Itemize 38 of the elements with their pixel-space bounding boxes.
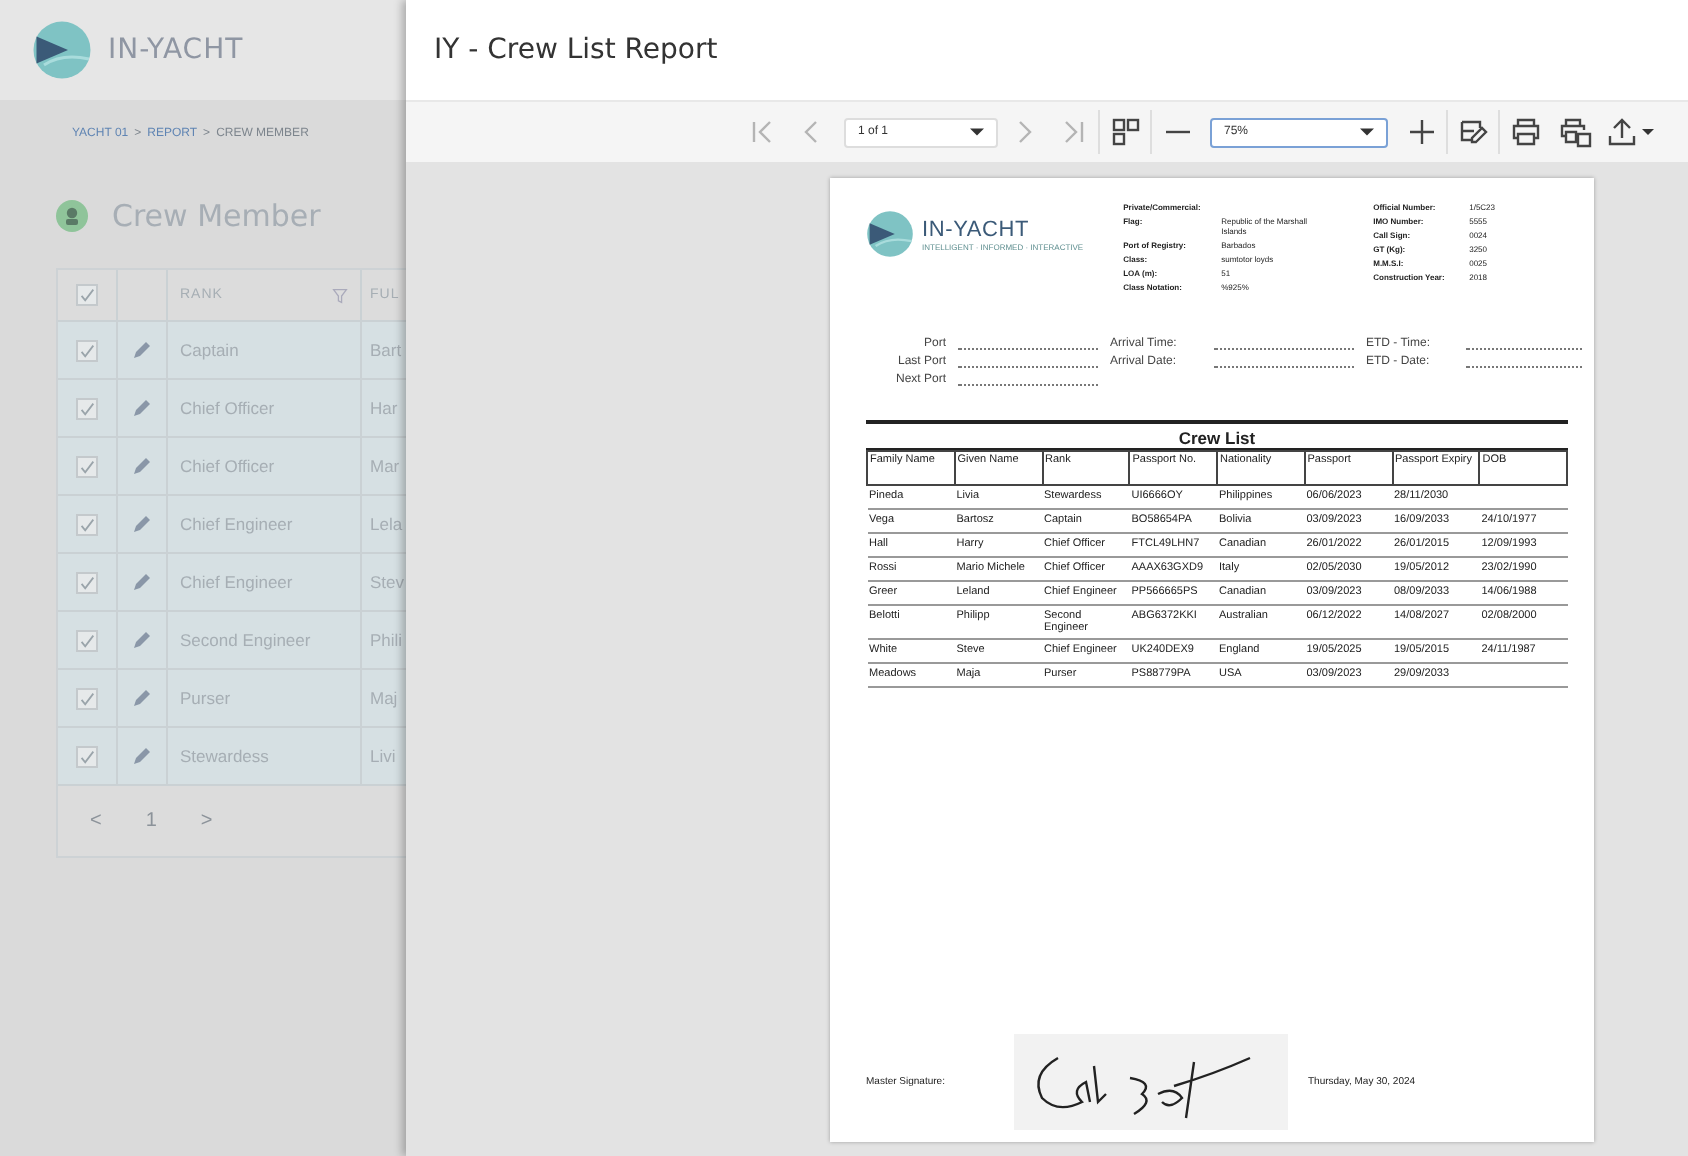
caret-icon [970, 128, 984, 136]
pencil-icon[interactable] [132, 514, 152, 534]
checkbox[interactable] [76, 339, 98, 361]
checkbox[interactable] [76, 284, 98, 306]
edit-form-icon [1457, 116, 1489, 148]
checkbox[interactable] [76, 745, 98, 767]
checkbox[interactable] [76, 513, 98, 535]
print-page-icon [1559, 116, 1591, 148]
pencil-icon[interactable] [132, 746, 152, 766]
caret-icon [1360, 128, 1374, 136]
logo-icon [32, 20, 92, 80]
checkbox[interactable] [76, 629, 98, 651]
plus-icon [1405, 116, 1437, 148]
logo-text: IN-YACHT [108, 34, 244, 66]
pencil-icon[interactable] [132, 340, 152, 360]
table-title: Crew List [866, 428, 1568, 450]
logo-text: IN-YACHT [922, 217, 1032, 241]
dialog-title: IY - Crew List Report [434, 34, 718, 66]
pencil-icon[interactable] [132, 630, 152, 650]
pencil-icon[interactable] [132, 688, 152, 708]
next-page-button[interactable]: > [200, 810, 213, 832]
pencil-icon[interactable] [132, 456, 152, 476]
minus-icon [1163, 130, 1191, 134]
filter-icon [332, 287, 348, 303]
pencil-icon[interactable] [132, 572, 152, 592]
pencil-icon[interactable] [132, 398, 152, 418]
page-number[interactable]: 1 [145, 810, 157, 832]
crew-icon [56, 200, 88, 232]
checkbox[interactable] [76, 571, 98, 593]
checkbox[interactable] [76, 397, 98, 419]
upload-icon [1606, 116, 1638, 148]
prev-page-button[interactable]: < [90, 810, 102, 832]
checkbox[interactable] [76, 455, 98, 477]
logo-icon [866, 210, 914, 258]
checkbox[interactable] [76, 687, 98, 709]
grid-icon [1109, 116, 1141, 148]
print-icon [1509, 116, 1541, 148]
caret-icon [1642, 128, 1654, 136]
